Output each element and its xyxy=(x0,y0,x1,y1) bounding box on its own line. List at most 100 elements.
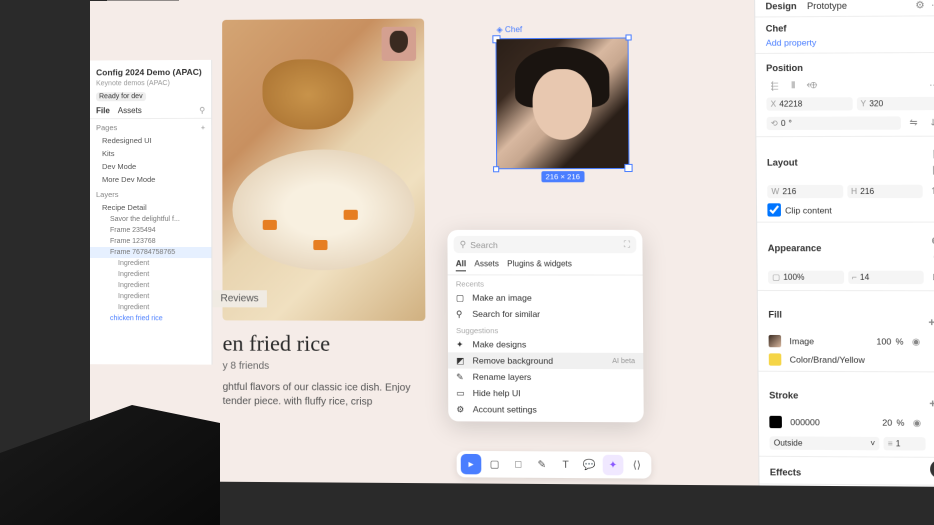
canvas[interactable]: Reviews en fried rice y 8 friends ghtful… xyxy=(212,0,758,485)
recipe-card[interactable] xyxy=(222,19,425,321)
qm-remove-background[interactable]: ◩Remove backgroundAI beta xyxy=(448,352,643,369)
qm-account-settings[interactable]: ⚙Account settings xyxy=(448,401,644,418)
avatar-thumbnail[interactable] xyxy=(382,27,417,61)
layer-row[interactable]: Ingredient xyxy=(90,258,211,269)
text-tool[interactable]: T xyxy=(555,454,576,475)
add-stroke-icon[interactable]: + xyxy=(929,398,934,410)
qm-rename-layers[interactable]: ✎Rename layers xyxy=(448,369,643,386)
x-field[interactable]: X42218 xyxy=(766,97,852,111)
stroke-color-row[interactable]: 000000 20 % ◉ − xyxy=(759,412,934,434)
add-fill-icon[interactable]: + xyxy=(928,317,934,329)
tab-design[interactable]: Design xyxy=(765,1,796,12)
fill-color-row[interactable]: Color/Brand/Yellow xyxy=(758,351,934,368)
page-item[interactable]: Kits xyxy=(90,147,211,160)
corner-detail-icon[interactable]: ⊞ xyxy=(928,269,934,285)
style-icon[interactable]: ⫶ xyxy=(928,300,934,316)
radius-field[interactable]: ⌐14 xyxy=(848,270,924,283)
width-field[interactable]: W216 xyxy=(767,184,843,197)
layer-row[interactable]: Recipe Detail xyxy=(90,201,211,214)
recipe-title: en fried rice xyxy=(223,330,331,357)
left-panel: Config 2024 Demo (APAC) Keynote demos (A… xyxy=(90,60,213,365)
ready-for-dev-tag[interactable]: Ready for dev xyxy=(96,92,146,101)
height-field[interactable]: H216 xyxy=(847,184,923,197)
image-swatch[interactable] xyxy=(769,335,782,347)
align-group[interactable]: ⬱ ⫴ ⬲ xyxy=(766,77,820,93)
layer-row-selected[interactable]: Frame 76784758765 xyxy=(90,247,211,258)
effects-section[interactable]: Effects xyxy=(770,467,801,477)
add-page-icon[interactable]: + xyxy=(201,123,205,132)
qm-tab-plugins[interactable]: Plugins & widgets xyxy=(507,259,572,271)
resize-handle[interactable] xyxy=(493,166,499,172)
stroke-width-field[interactable]: ≡1 xyxy=(883,436,925,450)
more-align-icon[interactable]: ⋯ xyxy=(926,76,934,92)
ai-actions-tool[interactable]: ✦ xyxy=(603,455,624,476)
search-icon[interactable]: ⚲ xyxy=(199,106,205,115)
sparkle-icon: ✦ xyxy=(456,339,466,349)
tab-file[interactable]: File xyxy=(96,106,110,115)
move-tool[interactable]: ▸ xyxy=(461,454,482,474)
tab-prototype[interactable]: Prototype xyxy=(807,1,847,12)
remove-icon[interactable]: − xyxy=(929,415,934,432)
visibility-icon[interactable]: ◉ xyxy=(927,232,934,248)
dev-mode-toggle[interactable]: ⟨⟩ xyxy=(626,455,647,476)
expand-icon[interactable]: ⛶ xyxy=(624,239,630,250)
rotation-field[interactable]: ⟲0° xyxy=(767,116,901,130)
autolayout-v-icon[interactable]: ⫿ xyxy=(926,146,934,162)
visibility-icon[interactable]: ◉ xyxy=(908,414,925,431)
frame-tool[interactable]: ▢ xyxy=(484,454,505,474)
selection-dimensions: 216 × 216 xyxy=(541,171,584,182)
layer-row[interactable]: chicken fried rice xyxy=(90,313,212,324)
visibility-icon[interactable]: ◉ xyxy=(908,333,925,349)
blend-icon[interactable]: ◐ xyxy=(928,248,934,264)
add-property-link[interactable]: Add property xyxy=(755,35,934,50)
layers-label: Layers xyxy=(96,190,119,199)
qm-make-image[interactable]: ▢Make an image xyxy=(448,290,643,307)
layer-row[interactable]: Ingredient xyxy=(90,291,211,302)
comment-tool[interactable]: 💬 xyxy=(579,455,600,476)
flip-h-icon[interactable]: ⇋ xyxy=(905,114,922,130)
style-icon[interactable]: ⫶ xyxy=(929,382,934,399)
file-name[interactable]: Config 2024 Demo (APAC) xyxy=(90,64,211,81)
page-item[interactable]: Dev Mode xyxy=(90,160,211,173)
remove-icon[interactable]: − xyxy=(929,333,934,349)
color-swatch[interactable] xyxy=(769,353,782,365)
qm-make-designs[interactable]: ✦Make designs xyxy=(448,336,643,353)
hide-icon: ▭ xyxy=(456,388,466,398)
pen-tool[interactable]: ✎ xyxy=(532,454,553,475)
shape-tool[interactable]: □ xyxy=(508,454,529,475)
clip-content-checkbox[interactable] xyxy=(767,203,781,216)
align-left-icon[interactable]: ⬱ xyxy=(766,77,783,93)
y-field[interactable]: Y320 xyxy=(856,97,934,111)
opacity-field[interactable]: ▢100% xyxy=(768,270,844,283)
color-swatch[interactable] xyxy=(769,416,782,428)
stroke-detail-icon[interactable]: ⋯ xyxy=(930,435,934,452)
qm-tab-assets[interactable]: Assets xyxy=(474,259,499,271)
layer-row[interactable]: Frame 123768 xyxy=(90,236,211,247)
lock-aspect-icon[interactable]: ⇅ xyxy=(927,183,934,199)
page-item[interactable]: Redesigned UI xyxy=(90,134,211,147)
flip-v-icon[interactable]: ⇵ xyxy=(926,114,934,130)
layer-row[interactable]: Ingredient xyxy=(90,269,211,280)
selection-frame[interactable]: ◈ Chef 216 × 216 xyxy=(495,37,629,169)
tab-assets[interactable]: Assets xyxy=(118,106,142,115)
align-center-icon[interactable]: ⫴ xyxy=(785,77,802,93)
settings-icon[interactable]: ⚙ xyxy=(915,0,924,11)
fill-image-row[interactable]: Image 100 % ◉ − xyxy=(758,331,934,352)
layer-row[interactable]: Ingredient xyxy=(90,302,211,313)
quick-search-input[interactable]: ⚲ Search ⛶ xyxy=(454,236,637,253)
qm-search-similar[interactable]: ⚲Search for similar xyxy=(448,306,643,323)
layer-row[interactable]: Savor the delightful f... xyxy=(90,214,211,225)
page-item[interactable]: More Dev Mode xyxy=(90,173,211,186)
qm-tab-all[interactable]: All xyxy=(456,259,467,271)
layer-row[interactable]: Frame 235494 xyxy=(90,225,211,236)
align-right-icon[interactable]: ⬲ xyxy=(804,77,821,93)
layer-row[interactable]: Ingredient xyxy=(90,280,211,291)
autolayout-h-icon[interactable]: ⫼ xyxy=(927,162,934,178)
reviews-tab[interactable]: Reviews xyxy=(212,290,266,307)
qm-hide-help[interactable]: ▭Hide help UI xyxy=(448,385,643,402)
resize-handle[interactable] xyxy=(625,34,631,40)
chef-photo[interactable] xyxy=(496,39,628,169)
gear-icon: ⚙ xyxy=(456,404,466,414)
stroke-position-field[interactable]: Outside˅ xyxy=(770,436,880,450)
layer-name-label[interactable]: Chef xyxy=(766,23,787,33)
